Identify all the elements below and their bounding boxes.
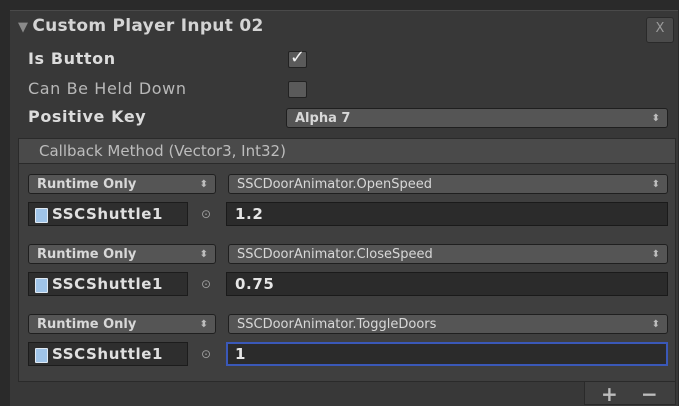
foldout-triangle-icon[interactable]: ▼ — [18, 20, 28, 35]
object-picker-icon[interactable]: ⊙ — [200, 278, 212, 290]
object-name: SSCShuttle1 — [52, 345, 164, 363]
remove-component-button[interactable]: X — [646, 17, 674, 43]
component-header[interactable]: ▼ Custom Player Input 02 — [18, 16, 264, 36]
checkmark-icon: ✓ — [290, 47, 306, 68]
object-field[interactable]: SSCShuttle1 — [28, 202, 188, 226]
is-button-checkbox[interactable]: ✓ — [288, 47, 307, 68]
list-controls — [584, 382, 676, 405]
dropdown-arrows-icon: ⬍ — [651, 179, 660, 190]
runtime-mode-dropdown[interactable]: Runtime Only ⬍ — [28, 174, 216, 194]
method-value: SSCDoorAnimator.OpenSpeed — [237, 177, 433, 192]
argument-field[interactable]: 0.75 — [226, 272, 668, 296]
method-dropdown[interactable]: SSCDoorAnimator.ToggleDoors ⬍ — [228, 314, 668, 334]
is-button-label: Is Button — [28, 49, 116, 68]
script-icon — [35, 278, 48, 293]
positive-key-label: Positive Key — [28, 107, 147, 126]
runtime-mode-value: Runtime Only — [37, 317, 137, 332]
method-value: SSCDoorAnimator.ToggleDoors — [237, 317, 437, 332]
argument-field-active[interactable]: 1 — [226, 342, 668, 366]
dropdown-arrows-icon: ⬍ — [199, 179, 208, 190]
remove-entry-button[interactable]: − — [641, 382, 658, 406]
dropdown-arrows-icon: ⬍ — [651, 113, 660, 124]
dropdown-arrows-icon: ⬍ — [651, 319, 660, 330]
object-field[interactable]: SSCShuttle1 — [28, 342, 188, 366]
object-name: SSCShuttle1 — [52, 205, 164, 223]
object-picker-icon[interactable]: ⊙ — [200, 208, 212, 220]
method-dropdown[interactable]: SSCDoorAnimator.CloseSpeed ⬍ — [228, 244, 668, 264]
dropdown-arrows-icon: ⬍ — [199, 249, 208, 260]
method-dropdown[interactable]: SSCDoorAnimator.OpenSpeed ⬍ — [228, 174, 668, 194]
object-picker-icon[interactable]: ⊙ — [200, 348, 212, 360]
positive-key-dropdown[interactable]: Alpha 7 ⬍ — [286, 108, 668, 128]
runtime-mode-dropdown[interactable]: Runtime Only ⬍ — [28, 244, 216, 264]
dropdown-arrows-icon: ⬍ — [199, 319, 208, 330]
callback-header: Callback Method (Vector3, Int32) — [18, 138, 676, 164]
can-be-held-label: Can Be Held Down — [28, 79, 187, 98]
argument-field[interactable]: 1.2 — [226, 202, 668, 226]
script-icon — [35, 348, 48, 363]
object-name: SSCShuttle1 — [52, 275, 164, 293]
add-entry-button[interactable]: + — [601, 382, 618, 406]
method-value: SSCDoorAnimator.CloseSpeed — [237, 247, 433, 262]
runtime-mode-value: Runtime Only — [37, 247, 137, 262]
runtime-mode-dropdown[interactable]: Runtime Only ⬍ — [28, 314, 216, 334]
positive-key-value: Alpha 7 — [295, 111, 351, 126]
component-title: Custom Player Input 02 — [32, 16, 264, 36]
object-field[interactable]: SSCShuttle1 — [28, 272, 188, 296]
can-be-held-checkbox[interactable] — [288, 81, 307, 98]
dropdown-arrows-icon: ⬍ — [651, 249, 660, 260]
runtime-mode-value: Runtime Only — [37, 177, 137, 192]
script-icon — [35, 208, 48, 223]
